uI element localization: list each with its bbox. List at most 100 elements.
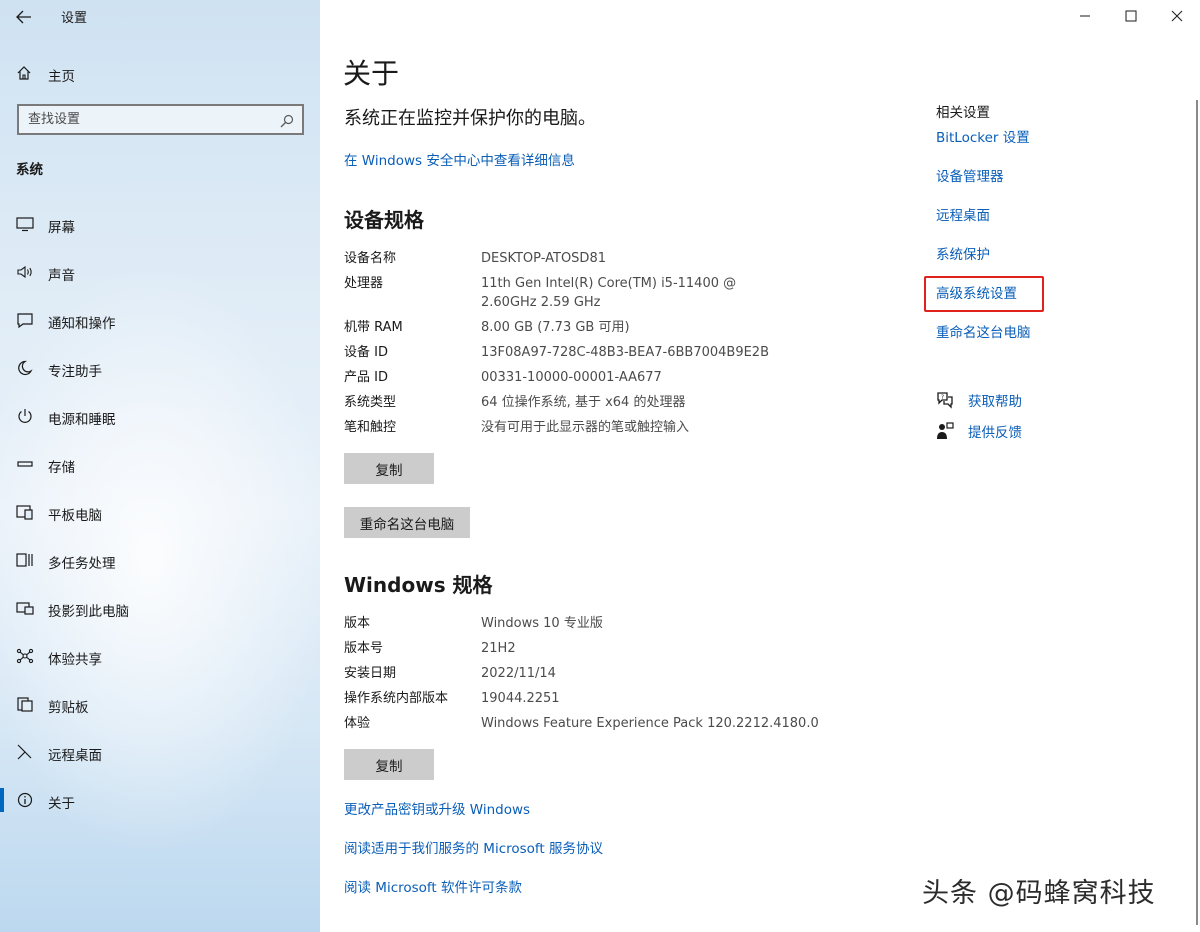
info-icon <box>17 792 33 808</box>
windows-specs-heading: Windows 规格 <box>344 573 493 597</box>
windows-specs-table: 版本 Windows 10 专业版 版本号 21H2 安装日期 2022/11/… <box>344 614 904 739</box>
get-help-row[interactable]: ? 获取帮助 <box>935 390 1022 410</box>
feedback-link[interactable]: 提供反馈 <box>968 421 1022 441</box>
spec-row: 体验 Windows Feature Experience Pack 120.2… <box>344 714 904 733</box>
sidebar-item-label: 电源和睡眠 <box>48 412 116 428</box>
spec-value: 21H2 <box>481 641 516 656</box>
maximize-icon <box>1125 10 1137 22</box>
back-button[interactable] <box>12 6 36 28</box>
spec-value: 11th Gen Intel(R) Core(TM) i5-11400 @ 2.… <box>481 276 737 310</box>
sidebar-item-clipboard[interactable]: 剪贴板 <box>0 680 320 728</box>
feedback-row[interactable]: 提供反馈 <box>935 421 1022 441</box>
remote-icon <box>17 744 32 760</box>
spec-key: 操作系统内部版本 <box>344 691 449 706</box>
tablet-icon <box>16 505 33 520</box>
close-icon <box>1171 10 1183 22</box>
spec-value: 64 位操作系统, 基于 x64 的处理器 <box>481 395 686 410</box>
get-help-link[interactable]: 获取帮助 <box>968 390 1022 410</box>
spec-key: 安装日期 <box>344 666 397 681</box>
sidebar-item-remote-desktop[interactable]: 远程桌面 <box>0 728 320 776</box>
security-center-link[interactable]: 在 Windows 安全中心中查看详细信息 <box>344 149 575 169</box>
bitlocker-settings-link[interactable]: BitLocker 设置 <box>936 128 1031 167</box>
spec-key: 设备名称 <box>344 251 397 266</box>
sidebar-item-label: 平板电脑 <box>48 508 102 524</box>
spec-value: 00331-10000-00001-AA677 <box>481 370 662 385</box>
spec-value: Windows 10 专业版 <box>481 616 603 631</box>
sidebar-item-label: 屏幕 <box>48 220 75 236</box>
app-title: 设置 <box>61 11 88 26</box>
sidebar-home[interactable]: 主页 <box>0 60 320 86</box>
device-manager-link[interactable]: 设备管理器 <box>936 167 1031 206</box>
sidebar-item-sound[interactable]: 声音 <box>0 248 320 296</box>
change-product-key-link[interactable]: 更改产品密钥或升级 Windows <box>344 798 603 837</box>
rename-pc-link[interactable]: 重命名这台电脑 <box>936 323 1031 362</box>
spec-key: 版本 <box>344 616 371 631</box>
spec-key: 体验 <box>344 716 371 731</box>
sidebar-home-label: 主页 <box>48 69 75 85</box>
sidebar-item-label: 远程桌面 <box>48 748 102 764</box>
scrollbar[interactable] <box>1196 100 1198 925</box>
moon-icon <box>18 360 33 376</box>
home-icon <box>16 65 32 85</box>
maximize-button[interactable] <box>1108 0 1154 32</box>
sidebar-item-label: 体验共享 <box>48 652 102 668</box>
sidebar-item-notifications[interactable]: 通知和操作 <box>0 296 320 344</box>
spec-key: 系统类型 <box>344 395 397 410</box>
sidebar-item-project[interactable]: 投影到此电脑 <box>0 584 320 632</box>
feedback-person-icon <box>937 422 954 439</box>
sidebar-item-label: 多任务处理 <box>48 556 116 572</box>
license-terms-link[interactable]: 阅读 Microsoft 软件许可条款 <box>344 876 603 915</box>
search-input[interactable] <box>19 106 269 133</box>
power-icon <box>18 409 32 423</box>
rename-pc-button[interactable]: 重命名这台电脑 <box>344 507 470 538</box>
storage-icon <box>17 461 33 467</box>
service-agreement-link[interactable]: 阅读适用于我们服务的 Microsoft 服务协议 <box>344 837 603 876</box>
clipboard-icon <box>17 697 33 712</box>
sidebar-item-about[interactable]: 关于 <box>0 776 320 824</box>
sidebar-item-label: 声音 <box>48 268 75 284</box>
spec-key: 笔和触控 <box>344 420 397 435</box>
related-settings-heading: 相关设置 <box>936 105 990 121</box>
projector-icon <box>16 602 34 615</box>
spec-value: 没有可用于此显示器的笔或触控输入 <box>481 420 690 435</box>
window-controls <box>1062 0 1200 32</box>
sidebar-item-power[interactable]: 电源和睡眠 <box>0 392 320 440</box>
section-label-system: 系统 <box>16 162 43 178</box>
security-status-text: 系统正在监控并保护你的电脑。 <box>344 108 596 129</box>
remote-desktop-link[interactable]: 远程桌面 <box>936 206 1031 245</box>
spec-row: 操作系统内部版本 19044.2251 <box>344 689 904 708</box>
sidebar-item-label: 存储 <box>48 460 75 476</box>
sidebar-item-storage[interactable]: 存储 <box>0 440 320 488</box>
spec-row: 产品 ID 00331-10000-00001-AA677 <box>344 368 904 387</box>
sidebar-item-label: 剪贴板 <box>48 700 89 716</box>
copy-windows-specs-button[interactable]: 复制 <box>344 749 434 780</box>
spec-row: 机带 RAM 8.00 GB (7.73 GB 可用) <box>344 318 904 337</box>
minimize-button[interactable] <box>1062 0 1108 32</box>
sidebar-item-label: 关于 <box>48 796 75 812</box>
watermark-text: 头条 @码蜂窝科技 <box>922 878 1156 909</box>
sidebar-item-shared-experiences[interactable]: 体验共享 <box>0 632 320 680</box>
close-button[interactable] <box>1154 0 1200 32</box>
spec-row: 设备名称 DESKTOP-ATOSD81 <box>344 249 904 268</box>
sidebar-item-label: 通知和操作 <box>48 316 116 332</box>
spec-value: Windows Feature Experience Pack 120.2212… <box>481 716 819 731</box>
share-icon <box>16 648 34 664</box>
bottom-links: 更改产品密钥或升级 Windows 阅读适用于我们服务的 Microsoft 服… <box>344 798 603 915</box>
spec-key: 机带 RAM <box>344 320 403 335</box>
search-box <box>17 104 304 135</box>
help-chat-icon: ? <box>937 392 953 409</box>
copy-device-specs-button[interactable]: 复制 <box>344 453 434 484</box>
sidebar-item-multitasking[interactable]: 多任务处理 <box>0 536 320 584</box>
spec-value: DESKTOP-ATOSD81 <box>481 251 606 266</box>
sidebar-item-focus-assist[interactable]: 专注助手 <box>0 344 320 392</box>
search-icon[interactable] <box>280 113 294 132</box>
sidebar-item-tablet[interactable]: 平板电脑 <box>0 488 320 536</box>
spec-row: 版本号 21H2 <box>344 639 904 658</box>
sidebar-item-label: 专注助手 <box>48 364 102 380</box>
spec-key: 产品 ID <box>344 370 388 385</box>
sidebar-item-display[interactable]: 屏幕 <box>0 200 320 248</box>
spec-value: 8.00 GB (7.73 GB 可用) <box>481 320 630 335</box>
spec-row: 设备 ID 13F08A97-728C-48B3-BEA7-6BB7004B9E… <box>344 343 904 362</box>
related-settings-list: BitLocker 设置 设备管理器 远程桌面 系统保护 高级系统设置 重命名这… <box>936 128 1031 362</box>
notification-icon <box>17 313 33 328</box>
